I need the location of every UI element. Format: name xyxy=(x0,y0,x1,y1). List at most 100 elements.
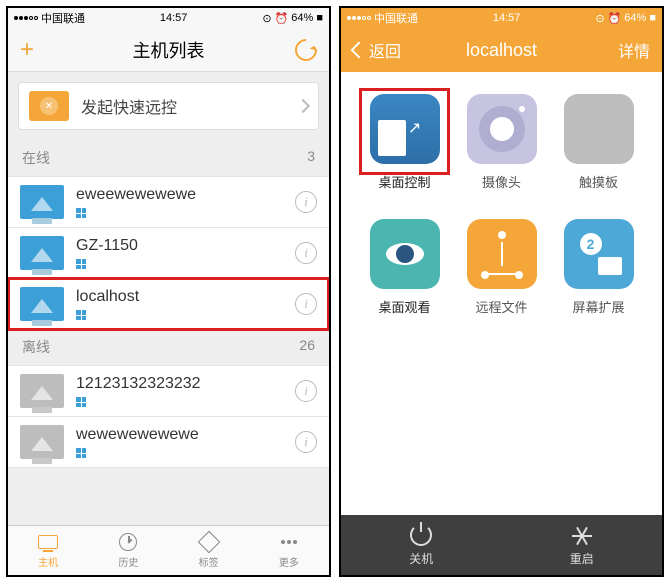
feature-label: 桌面控制 xyxy=(378,172,430,191)
feature-camera[interactable]: 摄像头 xyxy=(462,94,541,191)
feature-desktop-control[interactable]: 桌面控制 xyxy=(365,94,444,191)
section-online-header: 在线 3 xyxy=(8,140,329,176)
shutdown-label: 关机 xyxy=(409,550,433,567)
quick-icon xyxy=(29,91,69,121)
monitor-icon xyxy=(20,374,64,408)
tab-tags[interactable]: 标签 xyxy=(169,526,249,575)
nav-title: 主机列表 xyxy=(70,37,267,63)
camera-icon xyxy=(467,94,537,164)
battery-icon: ■ xyxy=(649,12,656,24)
carrier-label: 中国联通 xyxy=(41,10,85,26)
battery-icon: ■ xyxy=(316,12,323,24)
chevron-left-icon xyxy=(351,42,368,59)
quick-label: 发起快速远控 xyxy=(81,94,286,118)
feature-label: 触摸板 xyxy=(579,172,618,191)
windows-icon xyxy=(76,259,86,269)
feature-label: 远程文件 xyxy=(475,297,527,316)
monitor-icon xyxy=(20,287,64,321)
signal-dots-icon xyxy=(14,16,38,20)
back-label: 返回 xyxy=(369,38,401,62)
status-bar: 中国联通 14:57 ⊙ ⏰ 64% ■ xyxy=(341,8,662,28)
nav-bar: 返回 localhost 详情 xyxy=(341,28,662,72)
info-icon[interactable]: i xyxy=(295,242,317,264)
feature-label: 摄像头 xyxy=(482,172,521,191)
tab-label: 主机 xyxy=(38,554,58,569)
feature-touchpad[interactable]: 触摸板 xyxy=(559,94,638,191)
tag-icon xyxy=(197,531,220,554)
status-time: 14:57 xyxy=(160,12,188,24)
desktop-control-icon xyxy=(370,94,440,164)
restart-icon xyxy=(571,524,593,546)
section-online-label: 在线 xyxy=(22,148,50,168)
host-row[interactable]: GZ-1150 i xyxy=(8,227,329,279)
right-phone: 中国联通 14:57 ⊙ ⏰ 64% ■ 返回 localhost 详情 桌面控… xyxy=(339,6,664,577)
nav-title: localhost xyxy=(403,40,600,61)
status-time: 14:57 xyxy=(493,12,521,24)
windows-icon xyxy=(76,310,86,320)
host-list: 发起快速远控 在线 3 eweewewewewe i GZ-1150 i xyxy=(8,72,329,525)
host-row-localhost[interactable]: localhost i xyxy=(8,278,329,330)
screen-ext-icon xyxy=(564,219,634,289)
info-icon[interactable]: i xyxy=(295,293,317,315)
windows-icon xyxy=(76,208,86,218)
more-icon xyxy=(281,540,297,544)
feature-remote-files[interactable]: 远程文件 xyxy=(462,219,541,316)
quick-remote-row[interactable]: 发起快速远控 xyxy=(18,82,319,130)
monitor-icon xyxy=(20,236,64,270)
host-row[interactable]: eweewewewewe i xyxy=(8,176,329,228)
host-name: eweewewewewe xyxy=(76,186,283,204)
feature-grid: 桌面控制 摄像头 触摸板 桌面观看 远程文件 屏幕扩展 xyxy=(341,72,662,515)
section-online-count: 3 xyxy=(307,148,315,168)
status-bar: 中国联通 14:57 ⊙ ⏰ 64% ■ xyxy=(8,8,329,28)
host-name: wewewewewewe xyxy=(76,426,283,444)
detail-label: 详情 xyxy=(618,38,650,62)
chevron-right-icon xyxy=(296,99,310,113)
feature-desktop-view[interactable]: 桌面观看 xyxy=(365,219,444,316)
alarm-icon: ⊙ ⏰ xyxy=(595,12,621,25)
tab-more[interactable]: 更多 xyxy=(249,526,329,575)
clock-icon xyxy=(119,533,137,551)
info-icon[interactable]: i xyxy=(295,191,317,213)
host-name: localhost xyxy=(76,288,283,306)
tab-bar: 主机 历史 标签 更多 xyxy=(8,525,329,575)
carrier-label: 中国联通 xyxy=(374,10,418,26)
touchpad-icon xyxy=(564,94,634,164)
host-row[interactable]: 12123132323232 i xyxy=(8,365,329,417)
section-offline-count: 26 xyxy=(299,337,315,357)
restart-button[interactable]: 重启 xyxy=(502,524,663,567)
refresh-icon[interactable] xyxy=(290,34,321,65)
tab-label: 历史 xyxy=(118,554,138,569)
nav-bar: + 主机列表 xyxy=(8,28,329,72)
tab-hosts[interactable]: 主机 xyxy=(8,526,88,575)
windows-icon xyxy=(76,397,86,407)
host-row[interactable]: wewewewewewe i xyxy=(8,416,329,468)
battery-label: 64% xyxy=(624,12,646,24)
info-icon[interactable]: i xyxy=(295,431,317,453)
bottom-bar: 关机 重启 xyxy=(341,515,662,575)
monitor-icon xyxy=(20,185,64,219)
section-offline-header: 离线 26 xyxy=(8,329,329,365)
files-icon xyxy=(467,219,537,289)
left-phone: 中国联通 14:57 ⊙ ⏰ 64% ■ + 主机列表 发起快速远控 在线 3 … xyxy=(6,6,331,577)
detail-button[interactable]: 详情 xyxy=(600,38,650,62)
feature-screen-ext[interactable]: 屏幕扩展 xyxy=(559,219,638,316)
tab-label: 标签 xyxy=(199,554,219,569)
tab-history[interactable]: 历史 xyxy=(88,526,168,575)
alarm-icon: ⊙ ⏰ xyxy=(262,12,288,25)
add-icon[interactable]: + xyxy=(20,36,34,64)
shutdown-button[interactable]: 关机 xyxy=(341,524,502,567)
info-icon[interactable]: i xyxy=(295,380,317,402)
section-offline-label: 离线 xyxy=(22,337,50,357)
host-name: GZ-1150 xyxy=(76,237,283,255)
power-icon xyxy=(410,524,432,546)
eye-icon xyxy=(370,219,440,289)
hosts-icon xyxy=(38,535,58,549)
monitor-icon xyxy=(20,425,64,459)
feature-label: 屏幕扩展 xyxy=(572,297,624,316)
back-button[interactable]: 返回 xyxy=(353,38,403,62)
tab-label: 更多 xyxy=(279,554,299,569)
windows-icon xyxy=(76,448,86,458)
restart-label: 重启 xyxy=(570,550,594,567)
host-name: 12123132323232 xyxy=(76,375,283,393)
signal-dots-icon xyxy=(347,16,371,20)
